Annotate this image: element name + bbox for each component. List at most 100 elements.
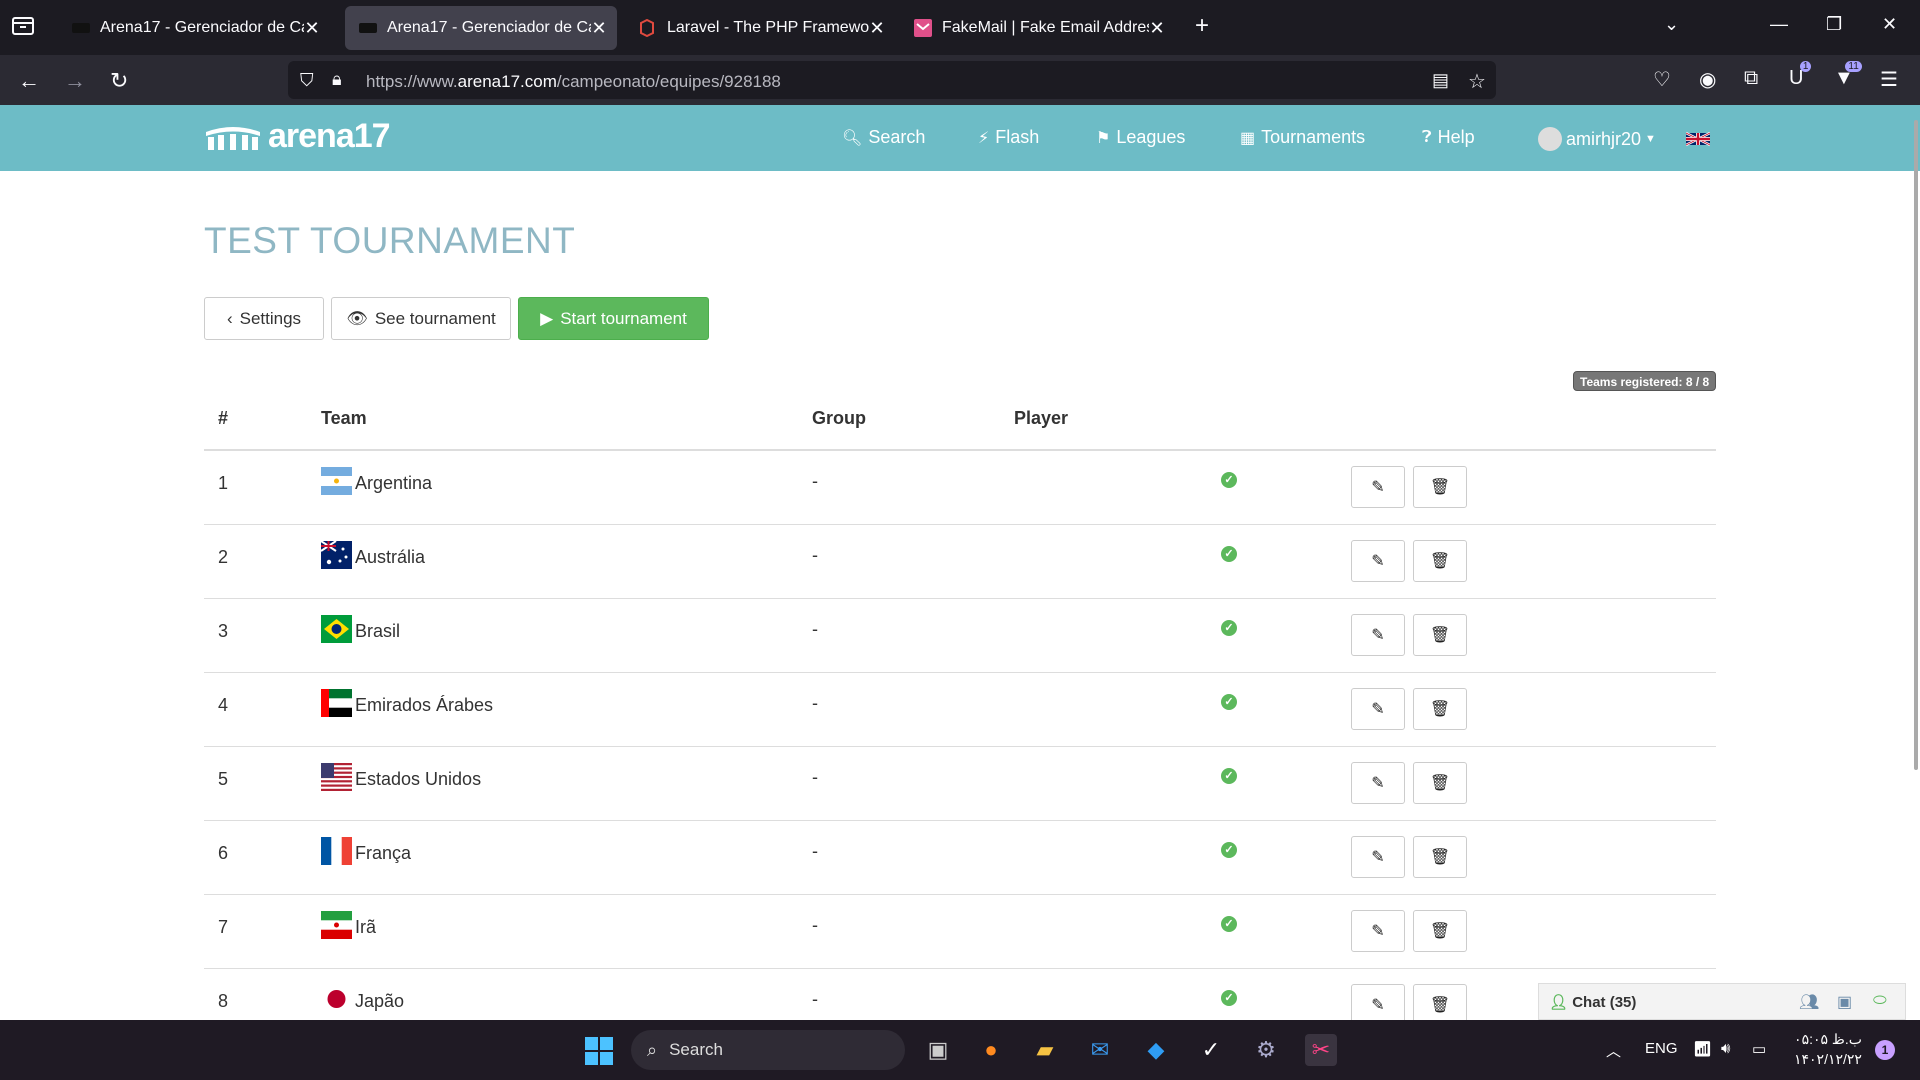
settings-button[interactable]: ‹ Settings: [204, 297, 324, 340]
column-header-group: Group: [812, 408, 866, 428]
url-text[interactable]: https://www.arena17.com/campeonato/equip…: [366, 72, 781, 92]
forward-icon[interactable]: →: [64, 68, 86, 94]
delete-team-button[interactable]: 🗑︎: [1413, 466, 1467, 508]
team-name: Estados Unidos: [355, 769, 482, 789]
delete-team-button[interactable]: 🗑︎: [1413, 540, 1467, 582]
delete-team-button[interactable]: 🗑︎: [1413, 688, 1467, 730]
restore-window-icon[interactable]: ❐: [1826, 14, 1842, 35]
edit-team-button[interactable]: ✎: [1351, 540, 1405, 582]
account-icon[interactable]: ◉: [1699, 67, 1716, 92]
list-all-tabs-icon[interactable]: ⌄: [1664, 14, 1679, 35]
nav-search[interactable]: 🔍︎ Search: [842, 127, 925, 148]
pocket-icon[interactable]: ♡: [1653, 67, 1671, 92]
menu-hamburger-icon[interactable]: ☰: [1880, 67, 1898, 92]
network-app-icon[interactable]: ⚙: [1250, 1034, 1282, 1066]
close-tab-icon[interactable]: ✕: [869, 18, 885, 39]
vscode-icon[interactable]: ◆: [1140, 1034, 1172, 1066]
chat-users-icon: 👤︎: [1549, 994, 1569, 1011]
edit-team-button[interactable]: ✎: [1351, 466, 1405, 508]
language-indicator[interactable]: ENG: [1645, 1040, 1678, 1057]
nav-flash[interactable]: ⚡︎ Flash: [978, 127, 1039, 148]
team-name: Austrália: [355, 547, 426, 567]
mail-icon[interactable]: ✉: [1084, 1034, 1116, 1066]
user-menu[interactable]: amirhjr20 ▼: [1538, 127, 1656, 151]
chat-window-icon[interactable]: ▣: [1837, 992, 1852, 1012]
table-row: 5 Estados Unidos - ✓ ✎ 🗑︎: [204, 747, 1716, 821]
arena17-logo[interactable]: arena17: [204, 117, 391, 156]
delete-team-button[interactable]: 🗑︎: [1413, 836, 1467, 878]
lock-icon[interactable]: 🔒︎: [332, 69, 342, 90]
pencil-icon: ✎: [1371, 923, 1385, 940]
clock[interactable]: ۰۵:۰۵ ب.ظ ۱۴۰۲/۱۲/۲۲: [1794, 1029, 1862, 1069]
chat-label: 👤︎ Chat (35): [1549, 993, 1636, 1011]
new-tab-icon[interactable]: +: [1195, 12, 1209, 40]
search-icon: ⌕: [647, 1039, 658, 1060]
browser-tab-3[interactable]: Laravel - The PHP Framework F ✕: [625, 6, 895, 50]
firefox-icon[interactable]: ●: [975, 1034, 1007, 1066]
windows-start-icon[interactable]: [585, 1037, 613, 1065]
close-tab-icon[interactable]: ✕: [304, 18, 320, 39]
edit-team-button[interactable]: ✎: [1351, 762, 1405, 804]
browser-tab-2[interactable]: Arena17 - Gerenciador de Camp ✕: [345, 6, 617, 50]
check-circle-icon: ✓: [1221, 842, 1237, 858]
close-tab-icon[interactable]: ✕: [591, 18, 607, 39]
flag-icon: ⚑: [1096, 129, 1111, 147]
browser-tab-bar: Arena17 - Gerenciador de Camp ✕ Arena17 …: [0, 0, 1920, 55]
wifi-icon[interactable]: 📶︎: [1693, 1040, 1712, 1058]
edit-team-button[interactable]: ✎: [1351, 910, 1405, 952]
chat-profile-icon[interactable]: 👥︎: [1799, 992, 1819, 1012]
edit-team-button[interactable]: ✎: [1351, 688, 1405, 730]
chat-toggle-icon[interactable]: ⬭: [1873, 992, 1887, 1010]
team-group: -: [812, 619, 818, 639]
browser-tab-1[interactable]: Arena17 - Gerenciador de Camp ✕: [58, 6, 330, 50]
vim-icon[interactable]: ✓: [1195, 1034, 1227, 1066]
team-flag-icon: [321, 689, 352, 717]
volume-icon[interactable]: 🔊︎: [1721, 1040, 1730, 1057]
reader-view-icon[interactable]: ▤: [1432, 70, 1449, 91]
nav-search-label: Search: [868, 127, 926, 147]
check-circle-icon: ✓: [1221, 472, 1237, 488]
delete-team-button[interactable]: 🗑︎: [1413, 762, 1467, 804]
chat-widget[interactable]: 👤︎ Chat (35) 👥︎ ▣ ⬭: [1538, 983, 1906, 1020]
shield-icon[interactable]: ⛉: [300, 70, 314, 91]
browser-tab-4[interactable]: FakeMail | Fake Email Address ✕: [900, 6, 1175, 50]
twitch-extension-icon[interactable]: ▼ 11: [1834, 61, 1862, 90]
see-tournament-button[interactable]: 👁︎ See tournament: [331, 297, 511, 340]
address-bar[interactable]: ⛉ 🔒︎ https://www.arena17.com/campeonato/…: [288, 61, 1496, 99]
bookmark-star-icon[interactable]: ☆: [1468, 69, 1486, 94]
snipping-tool-icon[interactable]: ✂: [1305, 1034, 1337, 1066]
pencil-icon: ✎: [1371, 701, 1385, 718]
page-scrollbar[interactable]: [1914, 120, 1918, 770]
table-row: 7 Irã - ✓ ✎ 🗑︎: [204, 895, 1716, 969]
ublock-extension-icon[interactable]: U1: [1789, 61, 1812, 90]
delete-team-button[interactable]: 🗑︎: [1413, 910, 1467, 952]
minimize-window-icon[interactable]: —: [1770, 14, 1788, 35]
start-tournament-button[interactable]: ▶ Start tournament: [518, 297, 709, 340]
extensions-icon[interactable]: ⧉: [1744, 67, 1758, 90]
close-window-icon[interactable]: ✕: [1882, 14, 1897, 35]
delete-team-button[interactable]: 🗑︎: [1413, 614, 1467, 656]
edit-team-button[interactable]: ✎: [1351, 614, 1405, 656]
notification-badge[interactable]: 1: [1875, 1040, 1895, 1060]
tray-overflow-icon[interactable]: ︿: [1606, 1040, 1621, 1061]
edit-team-button[interactable]: ✎: [1351, 836, 1405, 878]
file-explorer-icon[interactable]: ▰: [1029, 1034, 1061, 1066]
nav-help[interactable]: ❓︎ Help: [1422, 127, 1475, 148]
chevron-left-icon: ‹: [226, 308, 233, 328]
fakemail-favicon-icon: [914, 19, 932, 37]
nav-leagues[interactable]: ⚑ Leagues: [1096, 127, 1185, 148]
task-view-icon[interactable]: ▣: [922, 1034, 954, 1066]
team-group: -: [812, 989, 818, 1009]
nav-tournaments[interactable]: ▦ Tournaments: [1240, 127, 1365, 148]
close-tab-icon[interactable]: ✕: [1149, 18, 1165, 39]
see-tournament-label: See tournament: [374, 308, 496, 328]
uk-flag-icon[interactable]: [1686, 131, 1710, 147]
battery-icon[interactable]: ▭: [1752, 1040, 1766, 1058]
url-path: /campeonato/equipes/928188: [556, 72, 781, 91]
reload-icon[interactable]: ↻: [110, 68, 128, 94]
taskbar-search[interactable]: ⌕ Search: [631, 1030, 905, 1070]
taskbar-search-label: Search: [669, 1040, 723, 1059]
tab-list-icon[interactable]: [12, 16, 38, 38]
check-circle-icon: ✓: [1221, 694, 1237, 710]
back-icon[interactable]: ←: [18, 68, 40, 94]
